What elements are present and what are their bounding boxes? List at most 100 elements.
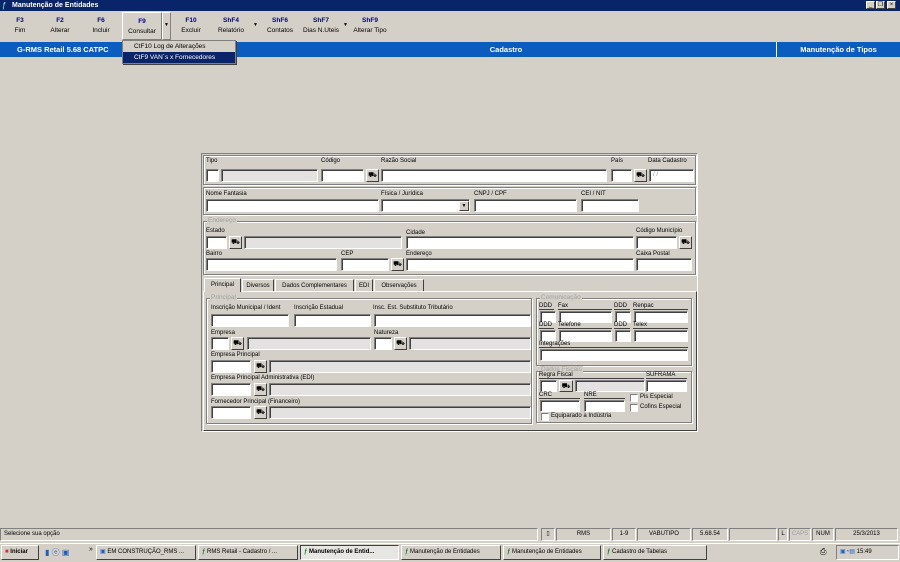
toolbar-incluir-button[interactable]: F6 Incluir [83,12,119,40]
regra-fiscal-input[interactable] [540,380,557,392]
minimize-button[interactable]: _ [866,1,875,9]
toolbar-dias-uteis-button[interactable]: ShF7 Dias N.Uteis [300,12,342,40]
natureza-input[interactable] [374,337,392,350]
empresa-principal-binoculars-icon[interactable]: ⛟ [254,360,267,373]
dias-uteis-dropdown-arrow[interactable]: ▼ [343,22,348,28]
taskbar-item[interactable]: ƒ Cadastro de Tabelas [603,545,707,560]
app-icon: ƒ [507,549,511,555]
pais-search-binoculars-icon[interactable]: ⛟ [634,169,647,182]
bairro-input[interactable] [206,258,337,271]
label: Contatos [266,27,294,34]
fornecedor-principal-binoculars-icon[interactable]: ⛟ [254,406,267,419]
cnpj-cpf-input[interactable] [474,199,577,212]
codigo-municipio-input[interactable] [636,236,677,249]
quick-launch-more[interactable]: » [89,546,93,553]
empresa-label: Empresa [211,330,236,336]
bairro-label: Bairro [206,251,223,257]
crc-input[interactable] [540,400,580,412]
start-button[interactable]: ■ Iniciar [1,545,39,560]
taskbar-item-label: Manutenção de Entid... [309,549,375,555]
tab-diversos[interactable]: Diversos [242,279,274,291]
quick-launch-icons[interactable]: ▮ ⓔ ▣ [45,547,69,558]
tab-dados-complementares[interactable]: Dados Complementares [275,279,354,291]
insc-estadual-label: Inscrição Estadual [294,305,344,311]
fax-ddd-label: DDD [539,303,554,310]
tab-observacoes[interactable]: Observações [374,279,424,291]
empresa-principal-description [269,360,531,373]
taskbar-item[interactable]: ▣ EM CONSTRUÇÃO_RMS ... [96,545,196,560]
toolbar-fim-button[interactable]: F3 Fim [2,12,38,40]
cei-nit-input[interactable] [581,199,639,212]
equiparado-industria-checkbox[interactable] [541,413,549,421]
equiparado-industria-label: Equiparado a Indústria [551,413,612,419]
municipio-search-binoculars-icon[interactable]: ⛟ [679,236,692,249]
toolbar-alterar-button[interactable]: F2 Alterar [42,12,78,40]
fisica-juridica-select[interactable] [381,199,470,212]
chevron-down-icon[interactable]: ▼ [459,201,469,211]
integracoes-input[interactable] [540,349,688,361]
consultar-dropdown-arrow[interactable]: ▼ [162,12,171,40]
codigo-input[interactable] [321,169,364,182]
insc-estadual-input[interactable] [294,314,371,327]
toolbar-contatos-button[interactable]: ShF6 Contatos [262,12,298,40]
tipo-label: Tipo [206,158,218,164]
tab-principal[interactable]: Principal [204,278,241,292]
estado-search-binoculars-icon[interactable]: ⛟ [229,236,242,249]
status-version: 5.68.54 [692,528,728,541]
cidade-input[interactable] [406,236,634,249]
cofins-especial-checkbox[interactable] [630,404,638,412]
nome-fantasia-input[interactable] [206,199,379,212]
status-date: 25/3/2013 [835,528,898,541]
natureza-search-binoculars-icon[interactable]: ⛟ [394,337,407,350]
fornecedor-principal-description [269,406,531,419]
tray-icons[interactable]: ▣◔▤ [840,549,855,555]
close-button[interactable]: × [887,1,896,9]
codigo-search-binoculars-icon[interactable]: ⛟ [366,169,379,182]
printer-icon[interactable]: ⎙ [820,547,826,557]
windows-logo-icon: ■ [5,549,9,555]
pis-especial-checkbox[interactable] [630,394,638,402]
insc-municipal-input[interactable] [211,314,289,327]
toolbar-alterar-tipo-button[interactable]: ShF9 Alterar Tipo [350,12,390,40]
regra-fiscal-binoculars-icon[interactable]: ⛟ [559,380,573,392]
razao-social-input[interactable] [381,169,607,182]
toolbar-relatorio-button[interactable]: ShF4 Relatório [212,12,250,40]
key: ShF6 [272,17,288,24]
data-cadastro-input[interactable]: / / [649,169,694,182]
caixa-postal-input[interactable] [636,258,692,271]
taskbar-item[interactable]: ƒ Manutenção de Entidades [401,545,501,560]
relatorio-dropdown-arrow[interactable]: ▼ [253,22,258,28]
cep-input[interactable] [341,258,389,271]
empresa-principal-adm-input[interactable] [211,383,251,396]
tab-edi[interactable]: EDI [355,279,373,291]
empresa-principal-adm-label: Empresa Principal Administrativa (EDI) [211,375,315,381]
estado-label: Estado [206,228,225,234]
cep-search-binoculars-icon[interactable]: ⛟ [391,258,404,271]
tipo-input[interactable] [206,169,219,182]
estado-input[interactable] [206,236,227,249]
menu-item-log-alteracoes[interactable]: CtF10 Log de Alterações [123,41,235,52]
restore-button[interactable]: ❐ [876,1,885,9]
natureza-description [409,337,531,350]
insc-substituto-input[interactable] [374,314,531,327]
insc-substituto-label: Insc. Est. Substituto Tributário [373,305,453,311]
status-user: VABUTIPO [637,528,691,541]
pais-input[interactable] [611,169,632,182]
app-icon: ƒ [2,1,7,10]
suframa-input[interactable] [646,380,687,392]
toolbar-consultar-button[interactable]: F9 Consultar [122,12,162,40]
menu-item-vans-fornecedores[interactable]: CtF9 VAN´s x Fornecedores [123,52,235,63]
endereco-input[interactable] [406,258,634,271]
taskbar-item[interactable]: ƒ RMS Retail - Cadastro / ... [198,545,298,560]
taskbar-item-active[interactable]: ƒ Manutenção de Entid... [300,545,399,560]
empresa-principal-adm-binoculars-icon[interactable]: ⛟ [254,383,267,396]
label: Relatório [217,27,244,34]
toolbar-excluir-button[interactable]: F10 Excluir [173,12,209,40]
empresa-search-binoculars-icon[interactable]: ⛟ [231,337,244,350]
empresa-input[interactable] [211,337,229,350]
fornecedor-principal-input[interactable] [211,406,251,419]
taskbar-item[interactable]: ƒ Manutenção de Entidades [503,545,601,560]
key: ShF4 [223,17,239,24]
empresa-principal-input[interactable] [211,360,251,373]
nre-input[interactable] [584,400,625,412]
